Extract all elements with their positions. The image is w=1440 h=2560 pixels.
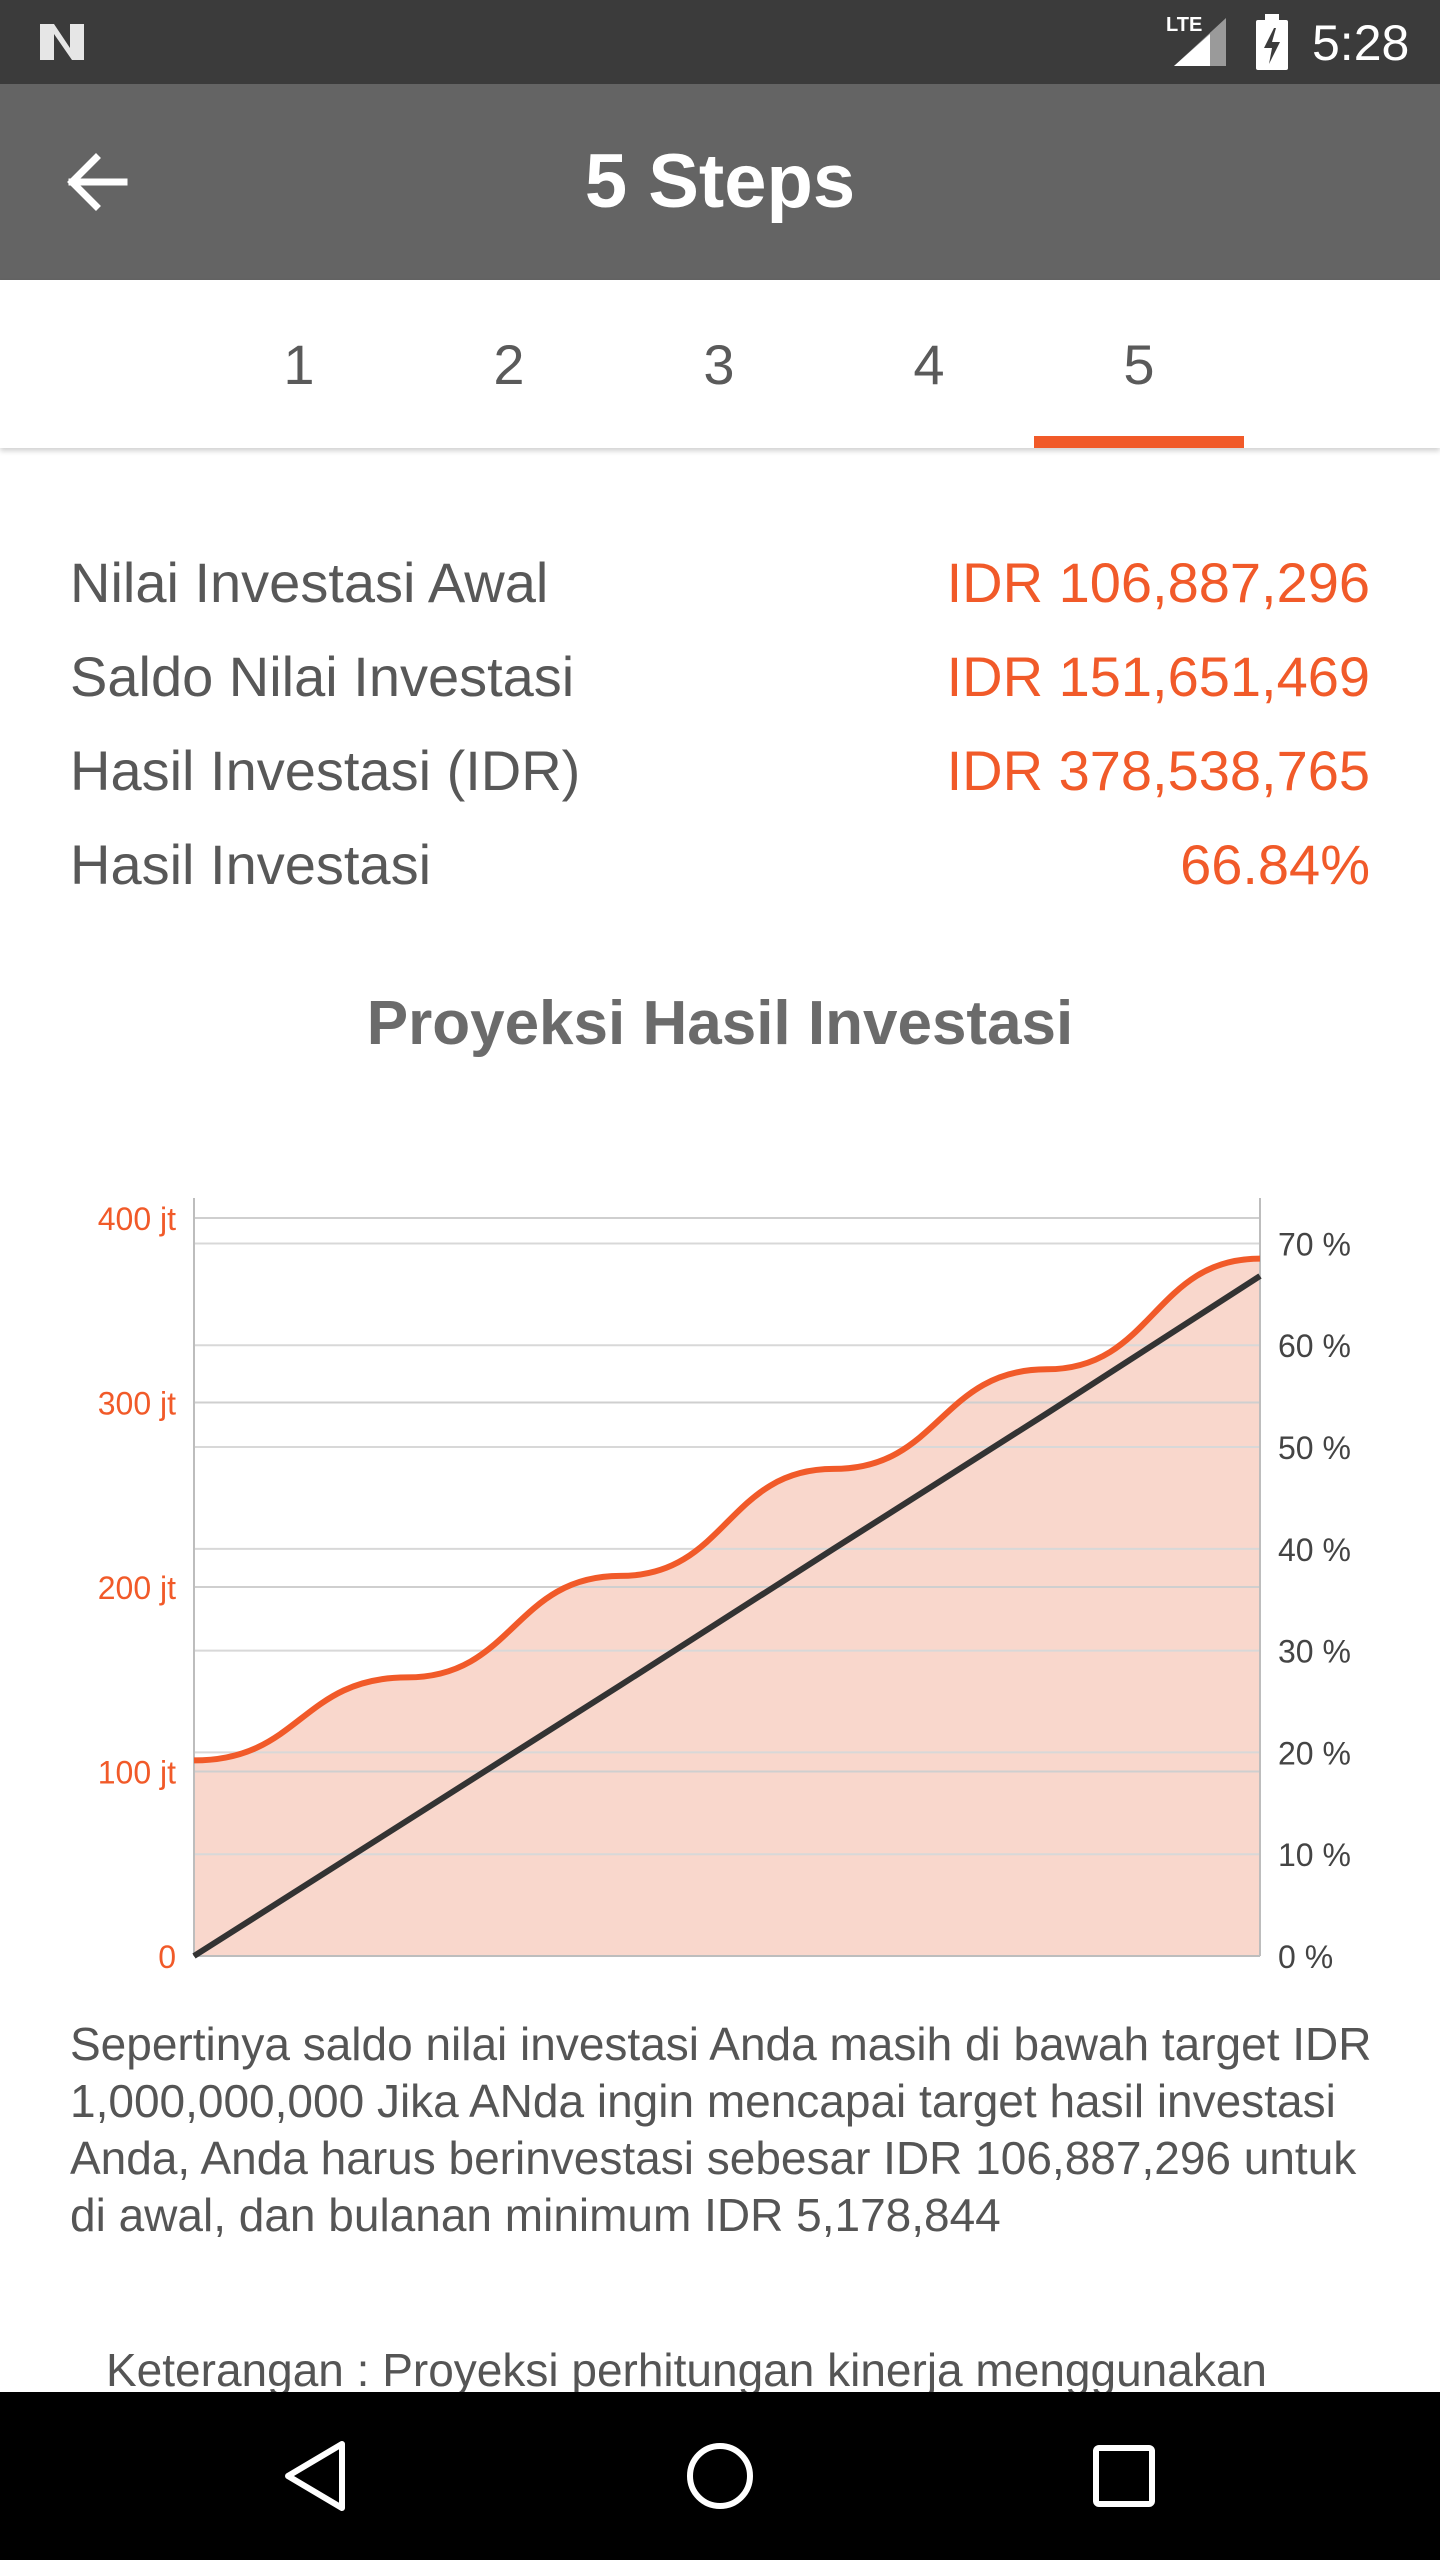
footnote-text: Keterangan : Proyeksi perhitungan kinerj… bbox=[106, 2344, 1267, 2392]
tab-step-4[interactable]: 4 bbox=[824, 280, 1034, 448]
tab-label: 1 bbox=[283, 333, 315, 396]
y-left-tick-label: 100 jt bbox=[98, 1755, 176, 1791]
app-bar: 5 Steps bbox=[0, 84, 1440, 280]
y-left-tick-label: 400 jt bbox=[98, 1201, 176, 1237]
summary-row: Saldo Nilai Investasi IDR 151,651,469 bbox=[70, 644, 1370, 738]
y-right-tick-label: 20 % bbox=[1278, 1735, 1351, 1771]
tab-step-1[interactable]: 1 bbox=[194, 280, 404, 448]
summary-label: Hasil Investasi bbox=[70, 833, 432, 896]
y-left-tick-label: 300 jt bbox=[98, 1386, 176, 1422]
system-nav-bar bbox=[0, 2392, 1440, 2560]
advice-text: Sepertinya saldo nilai investasi Anda ma… bbox=[70, 2018, 1372, 2241]
step-tabs: 1 2 3 4 5 bbox=[0, 280, 1440, 448]
y-right-tick-label: 50 % bbox=[1278, 1430, 1351, 1466]
y-right-tick-label: 10 % bbox=[1278, 1837, 1351, 1873]
y-right-tick-label: 30 % bbox=[1278, 1634, 1351, 1670]
summary-label: Nilai Investasi Awal bbox=[70, 551, 549, 614]
chart-title: Proyeksi Hasil Investasi bbox=[366, 989, 1074, 1058]
back-triangle-icon[interactable] bbox=[270, 2430, 362, 2522]
y-right-tick-label: 60 % bbox=[1278, 1328, 1351, 1364]
tab-label: 5 bbox=[1123, 333, 1155, 396]
summary-value: 66.84% bbox=[1180, 833, 1370, 896]
tab-step-2[interactable]: 2 bbox=[404, 280, 614, 448]
active-tab-indicator bbox=[1034, 436, 1244, 448]
y-left-tick-label: 0 bbox=[158, 1939, 176, 1975]
tab-step-3[interactable]: 3 bbox=[614, 280, 824, 448]
y-right-tick-label: 70 % bbox=[1278, 1226, 1351, 1262]
y-right-tick-label: 0 % bbox=[1278, 1939, 1333, 1975]
summary-label: Hasil Investasi (IDR) bbox=[70, 739, 581, 802]
y-left-tick-label: 200 jt bbox=[98, 1570, 176, 1606]
signal-icon bbox=[1174, 18, 1226, 66]
summary-row: Nilai Investasi Awal IDR 106,887,296 bbox=[70, 550, 1370, 644]
battery-charging-icon bbox=[1256, 14, 1288, 70]
summary-row: Hasil Investasi (IDR) IDR 378,538,765 bbox=[70, 738, 1370, 832]
projection-chart: 0 100 jt 200 jt 300 jt 400 jt 0 % 10 % 20 % 30 %… bbox=[98, 1198, 1351, 1975]
page-title: 5 Steps bbox=[584, 139, 856, 224]
tab-label: 3 bbox=[703, 333, 735, 396]
summary-value: IDR 378,538,765 bbox=[946, 739, 1370, 802]
summary-label: Saldo Nilai Investasi bbox=[70, 645, 575, 708]
summary-value: IDR 151,651,469 bbox=[946, 645, 1370, 708]
clock: 5:28 bbox=[1312, 15, 1410, 71]
tab-step-5[interactable]: 5 bbox=[1034, 280, 1244, 448]
investment-summary: Nilai Investasi Awal IDR 106,887,296 Sal… bbox=[70, 550, 1370, 926]
recents-square-icon[interactable] bbox=[1078, 2430, 1170, 2522]
tab-label: 4 bbox=[913, 333, 945, 396]
status-bar: LTE 5:28 bbox=[0, 0, 1440, 84]
tab-label: 2 bbox=[493, 333, 525, 396]
n-logo-icon bbox=[40, 24, 84, 60]
y-right-tick-label: 40 % bbox=[1278, 1532, 1351, 1568]
summary-row: Hasil Investasi 66.84% bbox=[70, 832, 1370, 926]
summary-value: IDR 106,887,296 bbox=[946, 551, 1370, 614]
home-circle-icon[interactable] bbox=[674, 2430, 766, 2522]
